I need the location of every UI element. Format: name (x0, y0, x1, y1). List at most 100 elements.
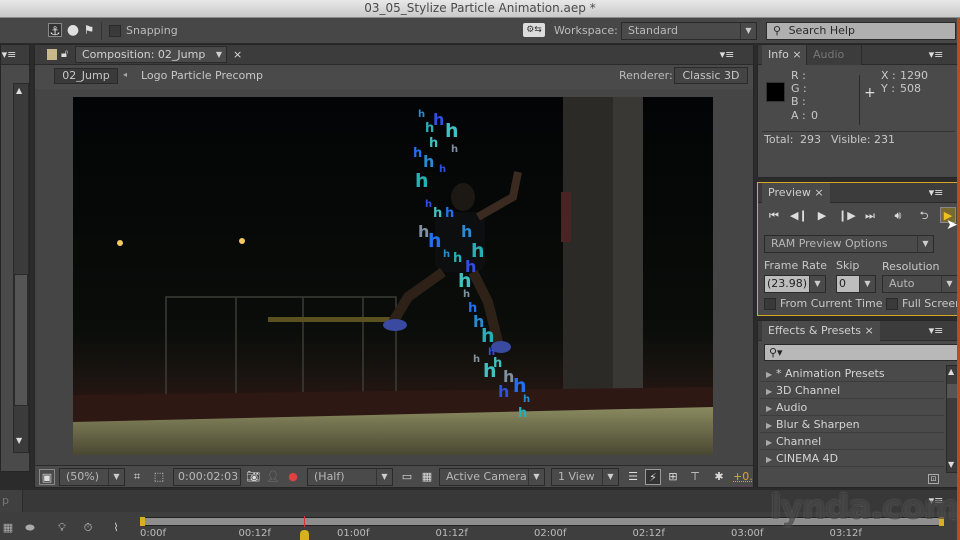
anchor-tool-icon[interactable]: ⚓ (48, 23, 62, 38)
panel-menu-icon[interactable]: ▾≡ (928, 186, 944, 200)
tab-audio[interactable]: Audio (806, 45, 862, 65)
renderer-button[interactable]: Classic 3D (674, 67, 748, 84)
panel-menu-icon[interactable]: ▾≡ (928, 48, 944, 62)
frame-blending-icon[interactable]: ⏱ (80, 520, 96, 536)
particle-glyph: h (433, 206, 442, 221)
project-scrollbar[interactable]: ▲ ▼ (13, 83, 29, 453)
expand-triangle-icon[interactable]: ▶ (766, 434, 776, 451)
pixel-aspect-icon[interactable]: ☰ (625, 469, 641, 485)
full-screen-checkbox[interactable] (886, 297, 898, 310)
toggle-mask-icon[interactable]: ⬚ (151, 469, 167, 485)
new-folder-icon[interactable]: ⊡ (928, 474, 939, 484)
workspace-dropdown[interactable]: Standard ▼ (621, 22, 757, 40)
current-time-marker[interactable] (304, 516, 305, 527)
expand-triangle-icon[interactable]: ▶ (766, 400, 776, 417)
current-time-display[interactable]: 0:00:02:03 (173, 468, 241, 486)
last-frame-icon[interactable]: ⏭ (862, 208, 878, 224)
preview-resolution-dropdown[interactable]: Auto ▼ (882, 275, 958, 293)
effects-list-item[interactable]: ▶ Channel (760, 433, 944, 450)
particle-glyph: h (415, 170, 429, 192)
ram-preview-options-dropdown[interactable]: RAM Preview Options ▼ (764, 235, 934, 253)
timeline-tab-fragment[interactable]: p (0, 490, 22, 512)
lock-icon[interactable]: 🔓︎ (61, 47, 68, 61)
title-action-safe-icon[interactable]: ⌗ (129, 469, 145, 485)
flowchart-icon[interactable]: ⊤ (687, 469, 703, 485)
composition-footer: ▣ (50%) ▼ ⌗ ⬚ 0:00:02:03 📷︎ 👤︎ ● (Half) … (35, 465, 753, 487)
show-snapshot-icon[interactable]: 👤︎ (265, 469, 281, 485)
fast-previews-icon[interactable]: ⚡ (645, 469, 661, 485)
exposure-reset-icon[interactable]: ✱ (711, 469, 727, 485)
exposure-value[interactable]: +0. (733, 470, 753, 483)
effects-list-item[interactable]: ▶ * Animation Presets (760, 365, 944, 382)
flag-tool-icon[interactable]: ⚑ (82, 23, 96, 37)
hide-shy-layers-icon[interactable]: 💡︎ (54, 520, 70, 536)
chevron-down-icon[interactable]: ▼ (216, 47, 222, 63)
effects-list-item-label: CINEMA 4D (776, 452, 839, 465)
effects-list-item[interactable]: ▶ Audio (760, 399, 944, 416)
first-frame-icon[interactable]: ⏮ (766, 208, 782, 224)
close-icon[interactable]: × (233, 48, 242, 61)
expand-triangle-icon[interactable]: ▶ (766, 383, 776, 400)
particle-glyph: h (423, 152, 434, 171)
rgb-channels-icon[interactable]: ● (285, 469, 301, 485)
y-label: Y : (881, 82, 895, 95)
frame-rate-value: (23.98) (767, 277, 808, 290)
magnification-dropdown[interactable]: (50%) ▼ (59, 468, 125, 486)
draft-3d-icon[interactable]: ⬬ (22, 520, 38, 536)
workspace-settings-icon[interactable]: ⚙⇆ (523, 23, 545, 37)
panel-menu-icon[interactable]: ▾≡ (719, 48, 735, 62)
sphere-icon[interactable]: ● (66, 23, 80, 37)
view-layout-value: 1 View (558, 470, 595, 483)
audio-icon[interactable]: 🔊︎ (890, 208, 906, 224)
breadcrumb-logo-particle-precomp[interactable]: Logo Particle Precomp (141, 69, 263, 82)
resolution-dropdown[interactable]: (Half) ▼ (307, 468, 393, 486)
expand-triangle-icon[interactable]: ▶ (766, 366, 776, 383)
preview-panel: Preview × ▾≡ ⏮ ◀❙ ▶ ❙▶ ⏭ 🔊︎ ⮌ ▶ ➤ RAM Pr… (757, 182, 960, 316)
tab-effects-presets[interactable]: Effects & Presets × (762, 321, 880, 341)
panel-menu-icon[interactable]: ▾≡ (1, 48, 17, 62)
previous-frame-icon[interactable]: ◀❙ (790, 208, 808, 224)
scroll-down-icon[interactable]: ▼ (16, 436, 22, 445)
close-icon[interactable]: × (865, 324, 874, 337)
always-preview-icon[interactable]: ▣ (39, 469, 55, 485)
panel-menu-icon[interactable]: ▾≡ (928, 324, 944, 338)
tab-preview[interactable]: Preview × (762, 183, 830, 203)
effects-search-input[interactable]: ⚲▾ (764, 344, 958, 361)
current-time-indicator[interactable] (300, 530, 309, 540)
timeline-icon[interactable]: ⊞ (665, 469, 681, 485)
scroll-down-icon[interactable]: ▼ (948, 460, 954, 469)
close-icon[interactable]: × (792, 48, 801, 61)
loop-icon[interactable]: ⮌ (916, 208, 932, 224)
effects-list-item[interactable]: ▶ Blur & Sharpen (760, 416, 944, 433)
chevron-down-icon: ▼ (108, 469, 124, 485)
effects-list-item[interactable]: ▶ CINEMA 4D (760, 450, 944, 467)
work-area-start-handle[interactable] (140, 517, 145, 526)
search-help-input[interactable]: ⚲ Search Help (766, 22, 956, 40)
close-icon[interactable]: × (814, 186, 823, 199)
breadcrumb-02-jump[interactable]: 02_Jump (54, 68, 118, 84)
scroll-up-icon[interactable]: ▲ (16, 86, 22, 95)
expand-triangle-icon[interactable]: ▶ (766, 417, 776, 434)
graph-editor-icon[interactable]: ⌇ (108, 520, 124, 536)
from-current-time-checkbox[interactable] (764, 297, 776, 310)
camera-view-dropdown[interactable]: Active Camera ▼ (439, 468, 545, 486)
region-of-interest-icon[interactable]: ▭ (399, 469, 415, 485)
effects-list-item[interactable]: ▶ 3D Channel (760, 382, 944, 399)
view-layout-dropdown[interactable]: 1 View ▼ (551, 468, 619, 486)
snapping-checkbox[interactable] (109, 24, 121, 37)
scroll-up-icon[interactable]: ▲ (948, 367, 954, 376)
tab-info[interactable]: Info × (762, 45, 808, 65)
expand-triangle-icon[interactable]: ▶ (766, 451, 776, 468)
next-frame-icon[interactable]: ❙▶ (838, 208, 856, 224)
frame-rate-dropdown[interactable]: (23.98) ▼ (764, 275, 826, 293)
composition-mini-flowchart-icon[interactable]: ▦ (0, 520, 16, 536)
skip-dropdown[interactable]: 0 ▼ (836, 275, 876, 293)
scrollbar-thumb[interactable] (14, 274, 28, 406)
snapshot-camera-icon[interactable]: 📷︎ (245, 469, 261, 485)
transparency-grid-icon[interactable]: ▦ (419, 469, 435, 485)
particle-glyph: h (428, 230, 442, 252)
tab-info-label: Info (768, 48, 789, 61)
tab-composition[interactable]: Composition: 02_Jump ▼ (75, 46, 227, 63)
play-icon[interactable]: ▶ (814, 208, 830, 224)
composition-viewer[interactable]: hhhhhhhhhhhhhhhhhhhhhhhhhhhhhhhhhh (35, 89, 753, 465)
